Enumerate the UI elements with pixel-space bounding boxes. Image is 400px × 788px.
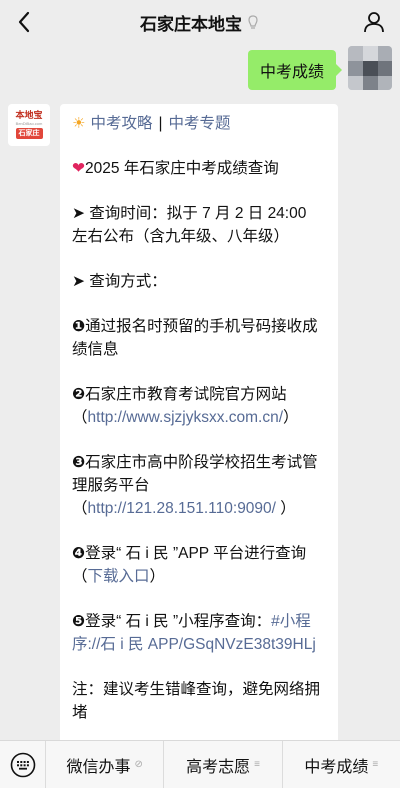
outgoing-message-row: 中考成绩 [0, 46, 392, 96]
method-4-text: 登录“ 石 i 民 ”APP 平台进行查询 [85, 545, 307, 562]
method-2: ❷石家庄市教育考试院官方网站 （http://www.sjzjyksxx.com… [72, 383, 326, 429]
query-time: ➤ 查询时间：拟于 7 月 2 日 24:00 左右公布（含九年级、八年级） [72, 205, 307, 245]
link-zhongkao-topic[interactable]: 中考专题 [169, 112, 231, 135]
method-4-paren-close: ） [149, 568, 166, 585]
sun-icon: ☀ [72, 115, 86, 132]
logo-text: 本地宝 [15, 111, 43, 121]
topic-links: ☀ 中考攻略 | 中考专题 [72, 112, 326, 135]
method-3: ❸石家庄市高中阶段学校招生考试管理服务平台 （http://121.28.151… [72, 451, 326, 520]
heart-icon: ❤ [72, 160, 85, 177]
keyboard-toggle-button[interactable] [0, 740, 46, 788]
badge-icon [248, 15, 258, 29]
menu-item-label: 微信办事 [66, 758, 131, 776]
method-3-paren-close: ） [275, 500, 296, 517]
query-method-label: ➤ 查询方式： [72, 273, 167, 290]
method-3-text: 石家庄市高中阶段学校招生考试管理服务平台 [72, 454, 318, 494]
outgoing-text: 中考成绩 [259, 64, 324, 81]
method-1: ❶通过报名时预留的手机号码接收成绩信息 [72, 315, 326, 361]
method-1-number: ❶ [72, 318, 86, 335]
account-avatar[interactable]: 本地宝 BenDiBao.com 石家庄 [8, 104, 50, 146]
link-icon: ⊘ [134, 759, 143, 770]
logo-url: BenDiBao.com [15, 121, 43, 126]
method-1-text: 通过报名时预留的手机号码接收成绩信息 [72, 318, 318, 358]
menu-item-label: 中考成绩 [304, 758, 369, 776]
chat-header: 石家庄本地宝 [0, 0, 400, 44]
chat-title-text: 石家庄本地宝 [140, 14, 242, 34]
method-5: ❺登录“ 石 i 民 ”小程序查询：#小程序://石 i 民 APP/GSqNV… [72, 610, 326, 656]
menu-item-gaokao-volunteer[interactable]: 高考志愿 ≡ [164, 740, 283, 788]
method-5-number: ❺ [72, 613, 86, 630]
message-title-text: 2025 年石家庄中考成绩查询 [85, 160, 279, 177]
method-3-paren-open: （ [72, 500, 88, 517]
submenu-icon: ≡ [372, 759, 379, 770]
method-2-link[interactable]: http://www.sjzjyksxx.com.cn/ [88, 409, 284, 426]
method-2-paren-open: （ [72, 409, 88, 426]
link-zhongkao-guide[interactable]: 中考攻略 [90, 112, 152, 135]
profile-button[interactable] [358, 6, 390, 38]
note: 注：建议考生错峰查询，避免网络拥堵 [72, 681, 321, 721]
chat-title: 石家庄本地宝 [140, 10, 260, 35]
person-icon [364, 12, 384, 33]
menu-item-wechat-services[interactable]: 微信办事 ⊘ [46, 740, 165, 788]
outgoing-bubble[interactable]: 中考成绩 [247, 50, 343, 90]
bottom-menu: 微信办事 ⊘ 高考志愿 ≡ 中考成绩 ≡ [0, 740, 400, 788]
method-4-link[interactable]: 下载入口 [88, 568, 150, 585]
submenu-icon: ≡ [254, 759, 260, 770]
keyboard-icon [10, 752, 35, 777]
method-3-number: ❸ [72, 454, 86, 471]
method-5-text: 登录“ 石 i 民 ”小程序查询： [85, 613, 272, 630]
method-4-number: ❹ [72, 545, 86, 562]
message-title: ❤2025 年石家庄中考成绩查询 [72, 157, 326, 180]
menu-item-label: 高考志愿 [186, 758, 251, 776]
menu-item-zhongkao-score[interactable]: 中考成绩 ≡ [283, 741, 400, 788]
method-4-paren-open: （ [72, 568, 88, 585]
user-avatar[interactable] [348, 46, 392, 90]
method-4: ❹登录“ 石 i 民 ”APP 平台进行查询 （下载入口） [72, 542, 326, 588]
incoming-bubble: ☀ 中考攻略 | 中考专题 ❤2025 年石家庄中考成绩查询 ➤ 查询时间：拟于… [60, 104, 338, 744]
chevron-left-icon [18, 11, 30, 33]
method-2-paren-close: ） [283, 409, 299, 426]
logo-badge: 石家庄 [15, 128, 43, 139]
method-3-link[interactable]: http://121.28.151.110:9090/ [88, 500, 276, 517]
back-button[interactable] [8, 6, 40, 38]
link-separator: | [158, 115, 163, 132]
method-2-number: ❷ [72, 386, 86, 403]
method-2-text: 石家庄市教育考试院官方网站 [85, 386, 287, 403]
